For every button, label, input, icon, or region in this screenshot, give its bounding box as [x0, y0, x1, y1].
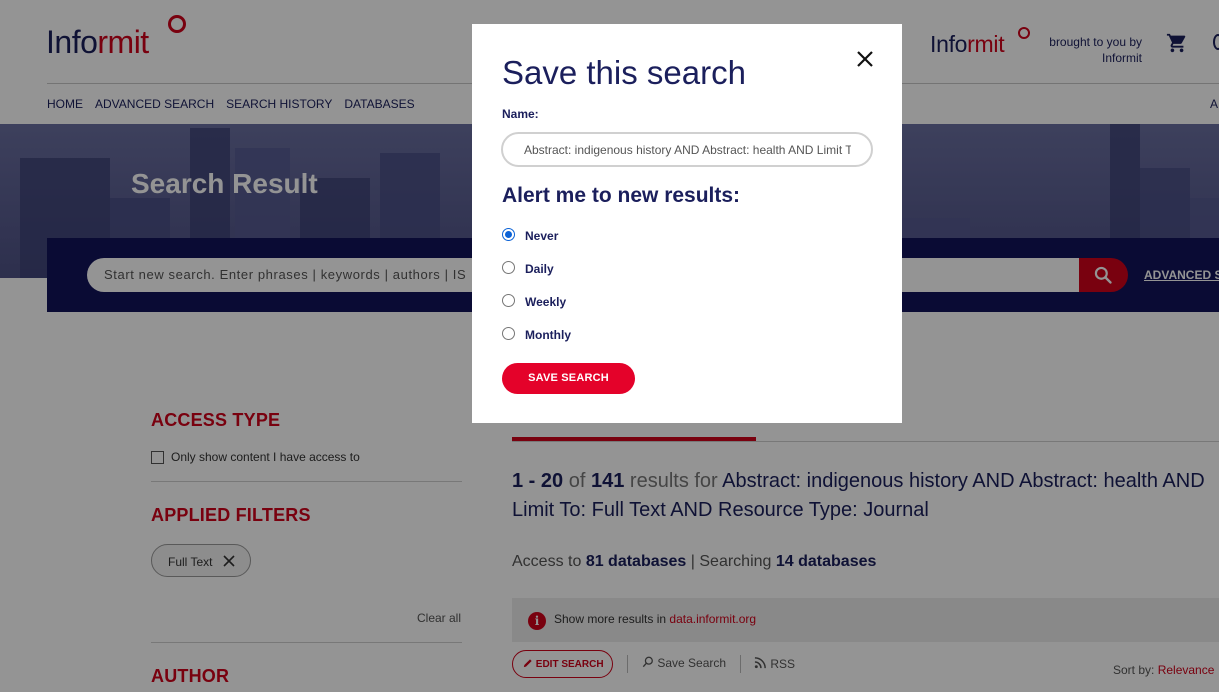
alert-option-weekly[interactable]: Weekly [502, 291, 566, 309]
radio-monthly[interactable] [502, 326, 515, 340]
alert-option-monthly[interactable]: Monthly [502, 324, 571, 342]
radio-weekly[interactable] [502, 293, 515, 307]
radio-daily[interactable] [502, 260, 515, 274]
save-search-button[interactable]: SAVE SEARCH [502, 363, 635, 394]
radio-never[interactable] [502, 227, 515, 241]
radio-label[interactable]: Monthly [525, 328, 571, 342]
name-label: Name: [502, 107, 539, 121]
radio-label[interactable]: Weekly [525, 295, 566, 309]
close-icon[interactable] [856, 50, 874, 68]
alert-option-daily[interactable]: Daily [502, 258, 554, 276]
save-search-dialog: Save this search Name: Alert me to new r… [472, 24, 902, 423]
alert-option-never[interactable]: Never [502, 225, 558, 243]
radio-label[interactable]: Daily [525, 262, 554, 276]
search-name-field[interactable] [501, 132, 873, 167]
dialog-title: Save this search [502, 54, 746, 91]
radio-label[interactable]: Never [525, 229, 558, 243]
alert-heading: Alert me to new results: [502, 184, 741, 207]
